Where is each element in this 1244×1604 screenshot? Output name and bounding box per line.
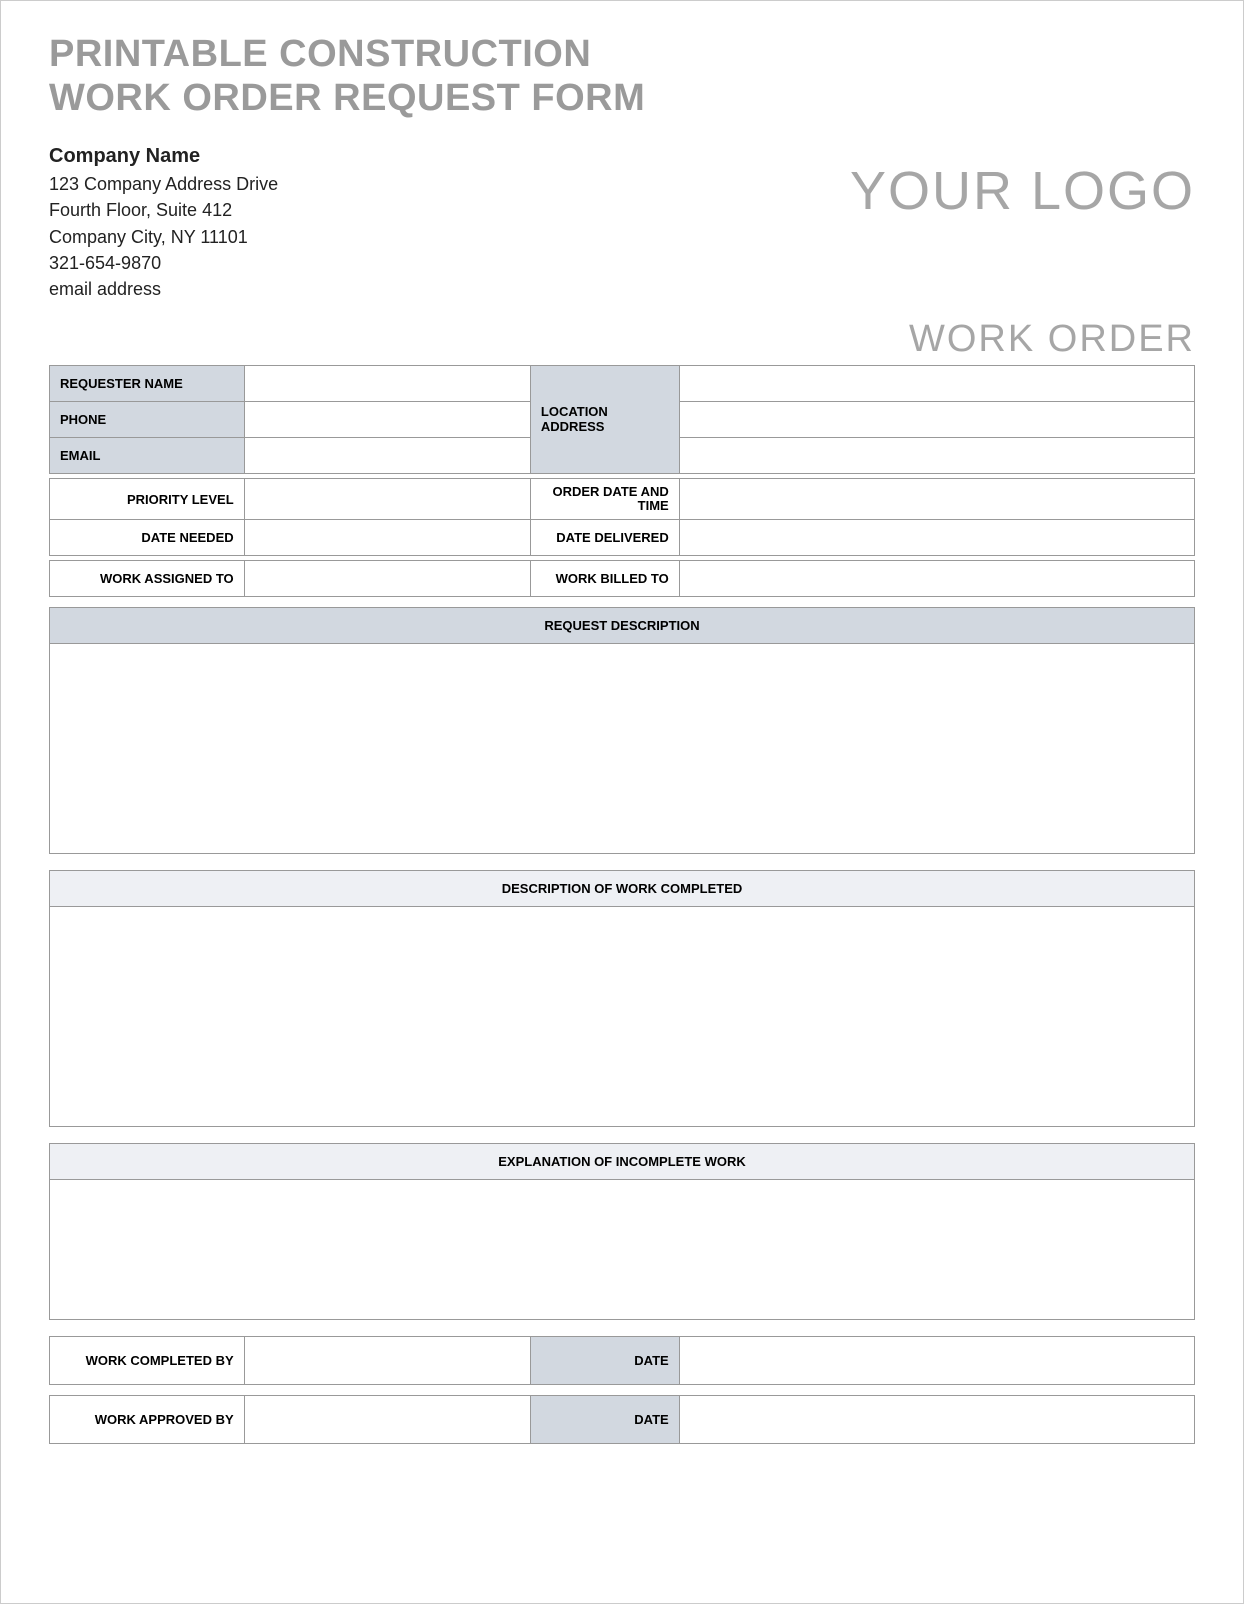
requester-table: REQUESTER NAME LOCATION ADDRESS PHONE EM… — [49, 365, 1195, 474]
label-work-completed-by: WORK COMPLETED BY — [50, 1337, 245, 1385]
label-request-description: REQUEST DESCRIPTION — [50, 608, 1195, 644]
company-block: Company Name 123 Company Address Drive F… — [49, 142, 278, 301]
incomplete-work-section: EXPLANATION OF INCOMPLETE WORK — [49, 1143, 1195, 1320]
title-line-2: WORK ORDER REQUEST FORM — [49, 77, 645, 119]
company-address-2: Fourth Floor, Suite 412 — [49, 197, 278, 223]
label-date-needed: DATE NEEDED — [50, 520, 245, 556]
header-row: Company Name 123 Company Address Drive F… — [49, 142, 1195, 301]
company-name: Company Name — [49, 142, 278, 171]
field-approved-date[interactable] — [679, 1396, 1194, 1444]
field-completed-date[interactable] — [679, 1337, 1194, 1385]
field-explanation-incomplete[interactable] — [50, 1180, 1195, 1320]
field-phone[interactable] — [244, 401, 530, 437]
field-date-needed[interactable] — [244, 520, 530, 556]
field-location-address-1[interactable] — [679, 365, 1194, 401]
field-work-completed-by[interactable] — [244, 1337, 530, 1385]
work-order-form: PRINTABLE CONSTRUCTION WORK ORDER REQUES… — [0, 0, 1244, 1604]
field-work-approved-by[interactable] — [244, 1396, 530, 1444]
label-phone: PHONE — [50, 401, 245, 437]
title-line-1: PRINTABLE CONSTRUCTION — [49, 33, 591, 75]
field-location-address-3[interactable] — [679, 437, 1194, 473]
company-phone: 321-654-9870 — [49, 250, 278, 276]
label-explanation-incomplete: EXPLANATION OF INCOMPLETE WORK — [50, 1144, 1195, 1180]
field-work-billed-to[interactable] — [679, 561, 1194, 597]
label-work-approved-by: WORK APPROVED BY — [50, 1396, 245, 1444]
form-title: PRINTABLE CONSTRUCTION WORK ORDER REQUES… — [49, 33, 1195, 120]
field-order-date-time[interactable] — [679, 478, 1194, 520]
label-email: EMAIL — [50, 437, 245, 473]
field-email[interactable] — [244, 437, 530, 473]
label-completed-date: DATE — [530, 1337, 679, 1385]
label-requester-name: REQUESTER NAME — [50, 365, 245, 401]
work-order-heading: WORK ORDER — [49, 318, 1195, 361]
priority-dates-table: PRIORITY LEVEL ORDER DATE AND TIME DATE … — [49, 478, 1195, 557]
field-priority-level[interactable] — [244, 478, 530, 520]
request-description-section: REQUEST DESCRIPTION — [49, 607, 1195, 854]
approved-by-table: WORK APPROVED BY DATE — [49, 1395, 1195, 1444]
label-location-address: LOCATION ADDRESS — [530, 365, 679, 473]
field-description-completed[interactable] — [50, 907, 1195, 1127]
company-email: email address — [49, 276, 278, 302]
field-requester-name[interactable] — [244, 365, 530, 401]
company-address-1: 123 Company Address Drive — [49, 171, 278, 197]
label-priority-level: PRIORITY LEVEL — [50, 478, 245, 520]
label-work-assigned-to: WORK ASSIGNED TO — [50, 561, 245, 597]
field-work-assigned-to[interactable] — [244, 561, 530, 597]
field-location-address-2[interactable] — [679, 401, 1194, 437]
label-description-completed: DESCRIPTION OF WORK COMPLETED — [50, 871, 1195, 907]
assigned-billed-table: WORK ASSIGNED TO WORK BILLED TO — [49, 560, 1195, 597]
field-date-delivered[interactable] — [679, 520, 1194, 556]
work-completed-section: DESCRIPTION OF WORK COMPLETED — [49, 870, 1195, 1127]
field-request-description[interactable] — [50, 644, 1195, 854]
completed-by-table: WORK COMPLETED BY DATE — [49, 1336, 1195, 1385]
company-city: Company City, NY 11101 — [49, 224, 278, 250]
label-date-delivered: DATE DELIVERED — [530, 520, 679, 556]
logo-placeholder: YOUR LOGO — [850, 160, 1195, 222]
label-work-billed-to: WORK BILLED TO — [530, 561, 679, 597]
label-order-date-time: ORDER DATE AND TIME — [530, 478, 679, 520]
label-approved-date: DATE — [530, 1396, 679, 1444]
